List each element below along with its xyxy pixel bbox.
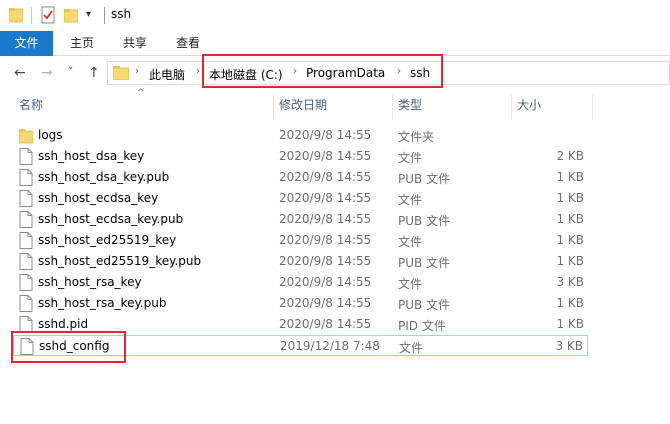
file-date: 2020/9/8 14:55 <box>279 254 372 268</box>
file-row[interactable]: ssh_host_ecdsa_key 2020/9/8 14:55 文件 1 K… <box>13 188 588 209</box>
file-size: 1 KB <box>556 233 584 247</box>
file-date: 2020/9/8 14:55 <box>279 170 372 184</box>
file-icon <box>19 148 33 165</box>
file-row[interactable]: ssh_host_dsa_key 2020/9/8 14:55 文件 2 KB <box>13 146 588 167</box>
file-type: PID 文件 <box>398 319 446 333</box>
file-date: 2020/9/8 14:55 <box>279 296 372 310</box>
file-size: 2 KB <box>556 149 584 163</box>
title-separator <box>31 7 32 24</box>
file-icon <box>19 190 33 207</box>
file-date: 2020/9/8 14:55 <box>279 128 372 142</box>
file-highlight-box <box>11 331 126 363</box>
column-header-type[interactable]: 类型 <box>398 95 422 115</box>
title-separator <box>104 7 105 24</box>
file-size: 1 KB <box>556 191 584 205</box>
tab-home[interactable]: 主页 <box>70 31 94 56</box>
quick-access-dropdown-icon[interactable]: ▾ <box>86 9 91 20</box>
breadcrumb-separator-icon[interactable]: › <box>135 66 139 77</box>
forward-button[interactable]: → <box>41 66 53 80</box>
file-date: 2020/9/8 14:55 <box>279 149 372 163</box>
file-icon <box>19 274 33 291</box>
file-size: 1 KB <box>556 254 584 268</box>
back-button[interactable]: ← <box>14 66 26 80</box>
file-type: PUB 文件 <box>398 256 451 270</box>
file-type: 文件 <box>398 151 423 165</box>
file-row[interactable]: ssh_host_ed25519_key.pub 2020/9/8 14:55 … <box>13 251 588 272</box>
file-date: 2020/9/8 14:55 <box>279 191 372 205</box>
file-name: ssh_host_rsa_key <box>38 275 142 289</box>
tab-file[interactable]: 文件 <box>0 31 53 56</box>
tab-view[interactable]: 查看 <box>176 31 200 56</box>
file-date: 2020/9/8 14:55 <box>279 275 372 289</box>
file-icon <box>19 169 33 186</box>
file-type: 文件 <box>398 277 423 291</box>
file-type: PUB 文件 <box>398 172 451 186</box>
folder-icon <box>113 66 129 80</box>
window-title: ssh <box>111 7 132 21</box>
file-type: 文件 <box>398 193 423 207</box>
properties-icon[interactable] <box>41 6 56 24</box>
column-header-date[interactable]: 修改日期 <box>279 95 327 115</box>
file-date: 2020/9/8 14:55 <box>279 317 372 331</box>
file-name: sshd.pid <box>38 317 89 331</box>
column-divider[interactable] <box>592 95 593 120</box>
file-size: 3 KB <box>555 339 583 353</box>
file-type: PUB 文件 <box>398 298 451 312</box>
file-name: ssh_host_rsa_key.pub <box>38 296 167 310</box>
column-header-name[interactable]: 名称 <box>19 95 43 115</box>
file-name: ssh_host_ed25519_key <box>38 233 177 247</box>
file-icon <box>19 211 33 228</box>
file-name: ssh_host_ecdsa_key <box>38 191 159 205</box>
file-type: 文件 <box>399 341 424 355</box>
recent-locations-button[interactable]: ˅ <box>68 65 74 79</box>
path-highlight-box <box>202 54 443 88</box>
file-type: 文件夹 <box>398 130 435 144</box>
column-header-size[interactable]: 大小 <box>517 95 541 115</box>
ribbon-tabs: 文件 主页 共享 查看 <box>0 31 670 56</box>
file-name: ssh_host_dsa_key <box>38 149 145 163</box>
file-row[interactable]: ssh_host_rsa_key 2020/9/8 14:55 文件 3 KB <box>13 272 588 293</box>
file-type: 文件 <box>398 235 423 249</box>
column-divider[interactable] <box>273 95 274 120</box>
file-date: 2019/12/18 7:48 <box>280 339 380 353</box>
file-size: 1 KB <box>556 317 584 331</box>
breadcrumb-separator-icon[interactable]: › <box>196 66 200 77</box>
file-size: 3 KB <box>556 275 584 289</box>
sort-indicator-icon: ^ <box>137 88 145 98</box>
file-name: ssh_host_ecdsa_key.pub <box>38 212 184 226</box>
file-icon <box>19 295 33 312</box>
file-row[interactable]: ssh_host_ed25519_key 2020/9/8 14:55 文件 1… <box>13 230 588 251</box>
folder-icon[interactable] <box>9 7 23 23</box>
column-divider[interactable] <box>511 95 512 120</box>
folder-icon <box>19 129 33 144</box>
file-size: 1 KB <box>556 212 584 226</box>
file-name: ssh_host_ed25519_key.pub <box>38 254 202 268</box>
title-bar: ▾ ssh <box>0 0 670 31</box>
file-date: 2020/9/8 14:55 <box>279 233 372 247</box>
file-icon <box>19 232 33 249</box>
breadcrumb-this-pc[interactable]: 此电脑 <box>149 66 185 83</box>
new-folder-icon[interactable] <box>64 7 78 23</box>
column-divider[interactable] <box>392 95 393 120</box>
file-name: ssh_host_dsa_key.pub <box>38 170 170 184</box>
file-row[interactable]: logs 2020/9/8 14:55 文件夹 <box>13 125 588 146</box>
file-icon <box>19 253 33 270</box>
up-button[interactable]: ↑ <box>88 66 100 80</box>
file-name: logs <box>38 128 63 142</box>
file-row[interactable]: ssh_host_dsa_key.pub 2020/9/8 14:55 PUB … <box>13 167 588 188</box>
file-type: PUB 文件 <box>398 214 451 228</box>
file-date: 2020/9/8 14:55 <box>279 212 372 226</box>
file-row[interactable]: ssh_host_ecdsa_key.pub 2020/9/8 14:55 PU… <box>13 209 588 230</box>
tab-share[interactable]: 共享 <box>123 31 147 56</box>
file-size: 1 KB <box>556 170 584 184</box>
file-size: 1 KB <box>556 296 584 310</box>
file-row[interactable]: ssh_host_rsa_key.pub 2020/9/8 14:55 PUB … <box>13 293 588 314</box>
